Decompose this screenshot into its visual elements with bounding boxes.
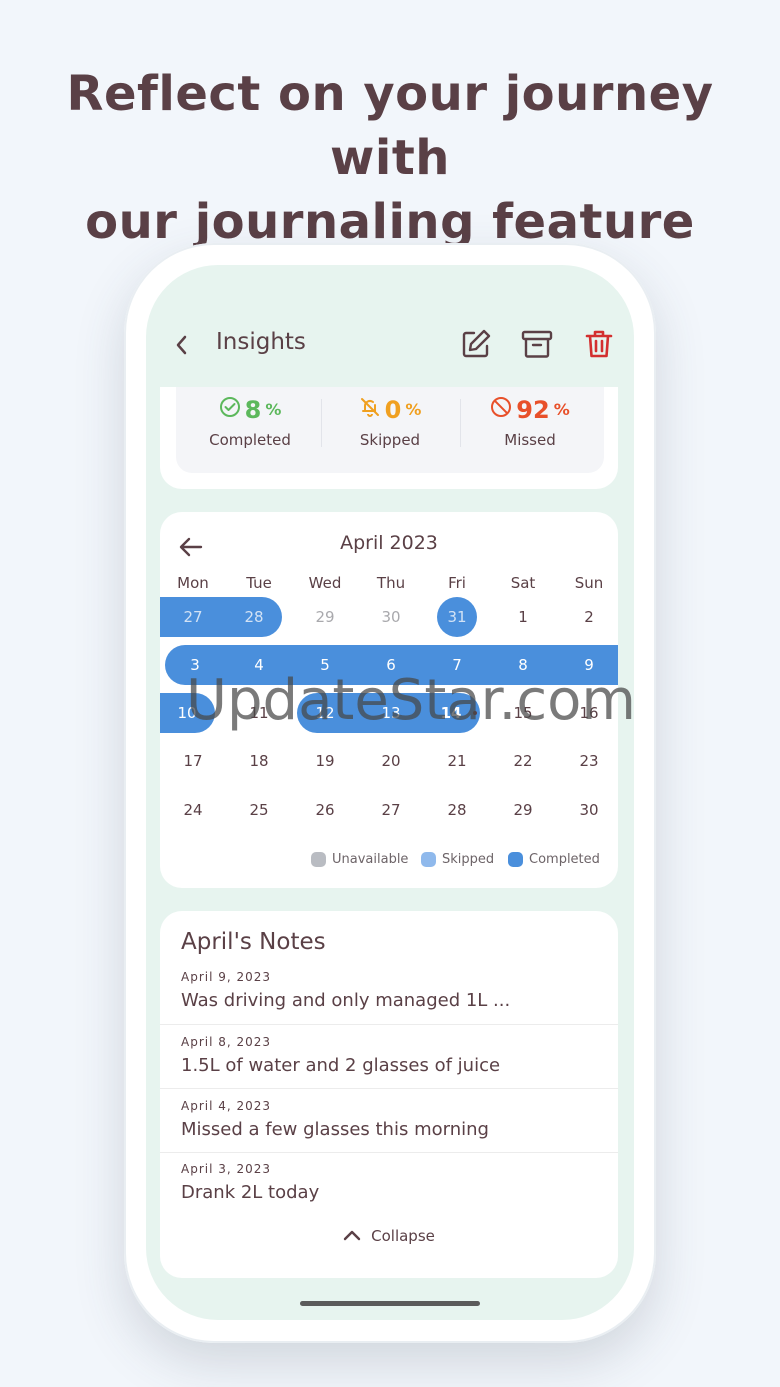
- bell-off-icon: [359, 395, 381, 425]
- back-chevron-icon[interactable]: [170, 331, 194, 359]
- weekday-thu: Thu: [376, 574, 406, 592]
- stat-skipped-label: Skipped: [359, 431, 421, 449]
- stat-completed-label: Completed: [209, 431, 291, 449]
- legend-completed: Completed: [508, 852, 600, 867]
- note-item[interactable]: April 4, 2023 Missed a few glasses this …: [181, 1099, 618, 1140]
- stat-completed: 8% Completed: [180, 395, 320, 449]
- calendar-day[interactable]: 20: [358, 741, 424, 781]
- note-item[interactable]: April 8, 2023 1.5L of water and 2 glasse…: [181, 1035, 618, 1076]
- calendar-day[interactable]: 18: [226, 741, 292, 781]
- stat-skipped-unit: %: [405, 400, 422, 419]
- headline-line-1: Reflect on your journey with: [66, 66, 714, 186]
- calendar-day[interactable]: 22: [490, 741, 556, 781]
- weekday-fri: Fri: [448, 574, 466, 592]
- ban-icon: [490, 395, 512, 425]
- stat-completed-unit: %: [265, 400, 282, 419]
- stat-skipped: 0% Skipped: [320, 395, 460, 449]
- page-title: Insights: [216, 329, 306, 355]
- calendar-day[interactable]: 26: [292, 790, 358, 830]
- weekday-tue: Tue: [246, 574, 272, 592]
- headline: Reflect on your journey with our journal…: [0, 62, 780, 254]
- divider: [160, 1024, 618, 1025]
- note-text: Was driving and only managed 1L ...: [181, 990, 511, 1011]
- legend-label: Unavailable: [332, 852, 409, 867]
- calendar-day[interactable]: 1: [490, 597, 556, 637]
- calendar-day[interactable]: 25: [226, 790, 292, 830]
- collapse-label: Collapse: [371, 1227, 435, 1245]
- legend-swatch: [421, 852, 436, 867]
- app-header: Insights: [146, 325, 634, 365]
- archive-icon[interactable]: [520, 327, 554, 361]
- chevron-up-icon: [343, 1227, 361, 1245]
- calendar-day[interactable]: 21: [424, 741, 490, 781]
- legend-swatch: [508, 852, 523, 867]
- note-date: April 8, 2023: [181, 1035, 272, 1049]
- calendar-month: April 2023: [340, 532, 438, 554]
- note-date: April 3, 2023: [181, 1162, 272, 1176]
- divider: [160, 1152, 618, 1153]
- notes-card: April's Notes April 9, 2023 Was driving …: [160, 911, 618, 1278]
- app-screen: Insights 8% Completed 0 % Skipped 92 % M…: [146, 265, 634, 1320]
- note-item[interactable]: April 9, 2023 Was driving and only manag…: [181, 970, 618, 1011]
- weekday-wed: Wed: [308, 574, 342, 592]
- legend-skipped: Skipped: [421, 852, 494, 867]
- weekday-mon: Mon: [177, 574, 209, 592]
- calendar-day[interactable]: 30: [556, 790, 622, 830]
- notes-title: April's Notes: [181, 929, 326, 955]
- weekday-sun: Sun: [574, 574, 604, 592]
- stat-missed-value: 92: [516, 396, 550, 424]
- note-date: April 9, 2023: [181, 970, 272, 984]
- calendar-day[interactable]: 30: [358, 597, 424, 637]
- legend-unavailable: Unavailable: [311, 852, 408, 867]
- calendar-day[interactable]: 23: [556, 741, 622, 781]
- stat-completed-value: 8: [244, 396, 262, 424]
- calendar-day[interactable]: 28: [221, 597, 287, 637]
- stat-skipped-value: 0: [384, 396, 402, 424]
- stat-missed-label: Missed: [504, 431, 556, 449]
- note-text: Missed a few glasses this morning: [181, 1119, 489, 1140]
- calendar-day[interactable]: 31: [424, 597, 490, 637]
- weekday-sat: Sat: [510, 574, 536, 592]
- calendar-day[interactable]: 2: [556, 597, 622, 637]
- legend-label: Completed: [529, 852, 600, 867]
- calendar-day[interactable]: 29: [292, 597, 358, 637]
- note-item[interactable]: April 3, 2023 Drank 2L today: [181, 1162, 618, 1203]
- calendar-day[interactable]: 27: [358, 790, 424, 830]
- check-circle-icon: [219, 395, 241, 425]
- calendar-day[interactable]: 24: [160, 790, 226, 830]
- stat-missed-unit: %: [553, 400, 570, 419]
- legend-label: Skipped: [442, 852, 495, 867]
- note-date: April 4, 2023: [181, 1099, 272, 1113]
- stats-panel: 8% Completed 0% Skipped 92 % Missed: [176, 387, 604, 473]
- legend-swatch: [311, 852, 326, 867]
- calendar-day[interactable]: 19: [292, 741, 358, 781]
- edit-icon[interactable]: [459, 327, 493, 361]
- calendar-day[interactable]: 28: [424, 790, 490, 830]
- collapse-button[interactable]: Collapse: [160, 1227, 618, 1245]
- trash-icon[interactable]: [582, 327, 616, 361]
- watermark: UpdateStar.com: [186, 668, 636, 733]
- stat-missed: 92% Missed: [460, 395, 600, 449]
- note-text: 1.5L of water and 2 glasses of juice: [181, 1055, 501, 1076]
- divider: [160, 1088, 618, 1089]
- home-indicator[interactable]: [300, 1301, 480, 1306]
- note-text: Drank 2L today: [181, 1182, 320, 1203]
- stats-card: 8% Completed 0% Skipped 92 % Missed: [160, 387, 618, 489]
- calendar-day[interactable]: 17: [160, 741, 226, 781]
- calendar-day[interactable]: 29: [490, 790, 556, 830]
- calendar-day[interactable]: 27: [160, 597, 226, 637]
